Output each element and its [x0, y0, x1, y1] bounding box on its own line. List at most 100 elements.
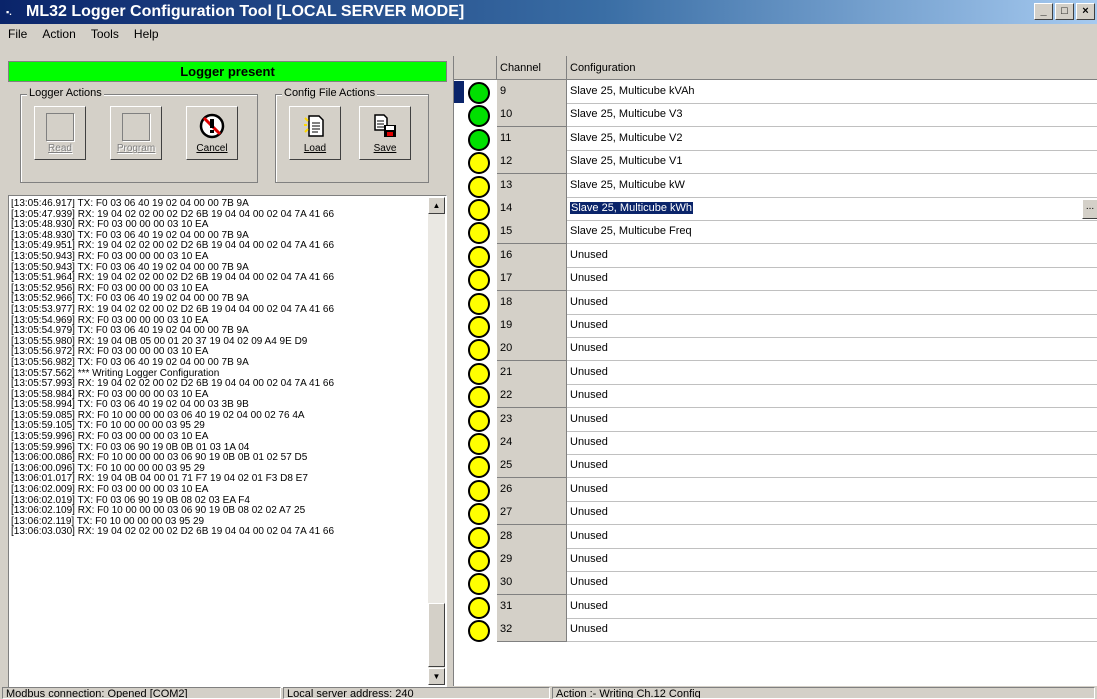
configuration-cell[interactable]: Unused: [567, 454, 1097, 479]
scroll-thumb[interactable]: [428, 603, 445, 667]
channel-row[interactable]: 17 Unused: [454, 267, 1097, 292]
configuration-cell[interactable]: Unused: [567, 501, 1097, 526]
channel-row[interactable]: 9 Slave 25, Multicube kVAh: [454, 80, 1097, 104]
log-scrollbar[interactable]: ▲ ▼: [428, 197, 445, 685]
channel-row[interactable]: 29 Unused: [454, 548, 1097, 572]
status-led-icon: [468, 339, 490, 362]
row-indicator-cell[interactable]: [454, 384, 497, 409]
configuration-cell[interactable]: Slave 25, Multicube V2: [567, 127, 1097, 151]
row-indicator-cell[interactable]: [454, 197, 497, 221]
configuration-cell[interactable]: Unused: [567, 361, 1097, 385]
row-indicator-cell[interactable]: [454, 127, 497, 151]
row-indicator-cell[interactable]: [454, 150, 497, 175]
configuration-cell[interactable]: Unused: [567, 384, 1097, 409]
channel-row[interactable]: 14 Slave 25, Multicube kWh...: [454, 197, 1097, 221]
channel-cell: 24: [497, 431, 567, 455]
row-indicator-cell[interactable]: [454, 291, 497, 315]
channel-row[interactable]: 32 Unused: [454, 618, 1097, 643]
configuration-column-header[interactable]: Configuration: [567, 56, 1097, 80]
row-indicator-cell[interactable]: [454, 220, 497, 245]
row-indicator-cell[interactable]: [454, 174, 497, 198]
row-indicator-cell[interactable]: [454, 244, 497, 268]
channel-row[interactable]: 13 Slave 25, Multicube kW: [454, 173, 1097, 198]
row-indicator-cell[interactable]: [454, 478, 497, 502]
configuration-cell[interactable]: Slave 25, Multicube V3: [567, 103, 1097, 128]
row-indicator-cell[interactable]: [454, 314, 497, 338]
menu-tools[interactable]: Tools: [85, 24, 125, 44]
channel-row[interactable]: 31 Unused: [454, 594, 1097, 619]
row-indicator-cell[interactable]: [454, 103, 497, 128]
channel-column-header[interactable]: Channel: [497, 56, 567, 80]
configuration-cell[interactable]: Slave 25, Multicube Freq: [567, 220, 1097, 245]
channel-row[interactable]: 27 Unused: [454, 501, 1097, 526]
scroll-up-button[interactable]: ▲: [428, 197, 445, 214]
close-button[interactable]: ×: [1076, 3, 1095, 20]
configuration-cell[interactable]: Slave 25, Multicube V1: [567, 150, 1097, 175]
config-file-actions-group: Config File Actions Load Save: [275, 87, 429, 183]
row-indicator-cell[interactable]: [454, 595, 497, 619]
row-indicator-cell[interactable]: [454, 571, 497, 596]
menu-help[interactable]: Help: [128, 24, 165, 44]
configuration-cell[interactable]: Unused: [567, 244, 1097, 268]
channel-row[interactable]: 25 Unused: [454, 454, 1097, 479]
channel-row[interactable]: 10 Slave 25, Multicube V3: [454, 103, 1097, 128]
configuration-cell[interactable]: Unused: [567, 525, 1097, 549]
row-indicator-cell[interactable]: [454, 618, 497, 643]
configuration-cell[interactable]: Unused: [567, 478, 1097, 502]
configuration-cell[interactable]: Unused: [567, 571, 1097, 596]
scroll-down-button[interactable]: ▼: [428, 668, 445, 685]
row-indicator-cell[interactable]: [454, 337, 497, 362]
row-indicator-cell[interactable]: [454, 267, 497, 292]
row-indicator-cell[interactable]: [454, 431, 497, 455]
read-button[interactable]: Read: [34, 106, 86, 160]
channel-row[interactable]: 18 Unused: [454, 290, 1097, 315]
configuration-cell[interactable]: Slave 25, Multicube kW: [567, 174, 1097, 198]
edit-config-button[interactable]: ...: [1082, 199, 1097, 219]
configuration-cell[interactable]: Slave 25, Multicube kWh...: [567, 197, 1097, 221]
configuration-cell[interactable]: Unused: [567, 314, 1097, 338]
configuration-cell[interactable]: Unused: [567, 548, 1097, 572]
channel-cell: 29: [497, 548, 567, 572]
channel-row[interactable]: 21 Unused: [454, 360, 1097, 385]
channel-row[interactable]: 15 Slave 25, Multicube Freq: [454, 220, 1097, 245]
menu-file[interactable]: File: [2, 24, 33, 44]
channel-row[interactable]: 22 Unused: [454, 384, 1097, 409]
channel-row[interactable]: 23 Unused: [454, 407, 1097, 432]
channel-row[interactable]: 19 Unused: [454, 314, 1097, 338]
channel-row[interactable]: 11 Slave 25, Multicube V2: [454, 126, 1097, 151]
cancel-button[interactable]: Cancel: [186, 106, 238, 160]
configuration-text: Unused: [570, 319, 608, 331]
channel-row[interactable]: 26 Unused: [454, 477, 1097, 502]
row-indicator-cell[interactable]: [454, 361, 497, 385]
row-indicator-cell[interactable]: [454, 408, 497, 432]
menu-action[interactable]: Action: [36, 24, 81, 44]
channel-row[interactable]: 28 Unused: [454, 524, 1097, 549]
channel-row[interactable]: 24 Unused: [454, 431, 1097, 455]
channel-row[interactable]: 12 Slave 25, Multicube V1: [454, 150, 1097, 175]
channel-row[interactable]: 30 Unused: [454, 571, 1097, 596]
configuration-cell[interactable]: Unused: [567, 431, 1097, 455]
load-button[interactable]: Load: [289, 106, 341, 160]
maximize-button[interactable]: □: [1055, 3, 1074, 20]
row-indicator-cell[interactable]: [454, 548, 497, 572]
configuration-cell[interactable]: Unused: [567, 618, 1097, 643]
program-button[interactable]: Program: [110, 106, 162, 160]
configuration-cell[interactable]: Unused: [567, 267, 1097, 292]
configuration-cell[interactable]: Unused: [567, 291, 1097, 315]
status-led-icon: [468, 316, 490, 338]
row-indicator-cell[interactable]: [454, 454, 497, 479]
read-icon: [46, 113, 74, 141]
save-button[interactable]: Save: [359, 106, 411, 160]
communication-log[interactable]: [13:05:46.917] TX: F0 03 06 40 19 02 04 …: [8, 195, 447, 688]
log-line: [13:05:50.943] RX: F0 03 00 00 00 03 10 …: [11, 250, 209, 262]
configuration-cell[interactable]: Unused: [567, 595, 1097, 619]
minimize-button[interactable]: _: [1034, 3, 1053, 20]
row-indicator-cell[interactable]: [454, 501, 497, 526]
configuration-cell[interactable]: Unused: [567, 337, 1097, 362]
configuration-cell[interactable]: Unused: [567, 408, 1097, 432]
channel-row[interactable]: 16 Unused: [454, 243, 1097, 268]
row-indicator-cell[interactable]: [454, 525, 497, 549]
channel-row[interactable]: 20 Unused: [454, 337, 1097, 362]
row-indicator-cell[interactable]: [454, 80, 497, 104]
configuration-cell[interactable]: Slave 25, Multicube kVAh: [567, 80, 1097, 104]
